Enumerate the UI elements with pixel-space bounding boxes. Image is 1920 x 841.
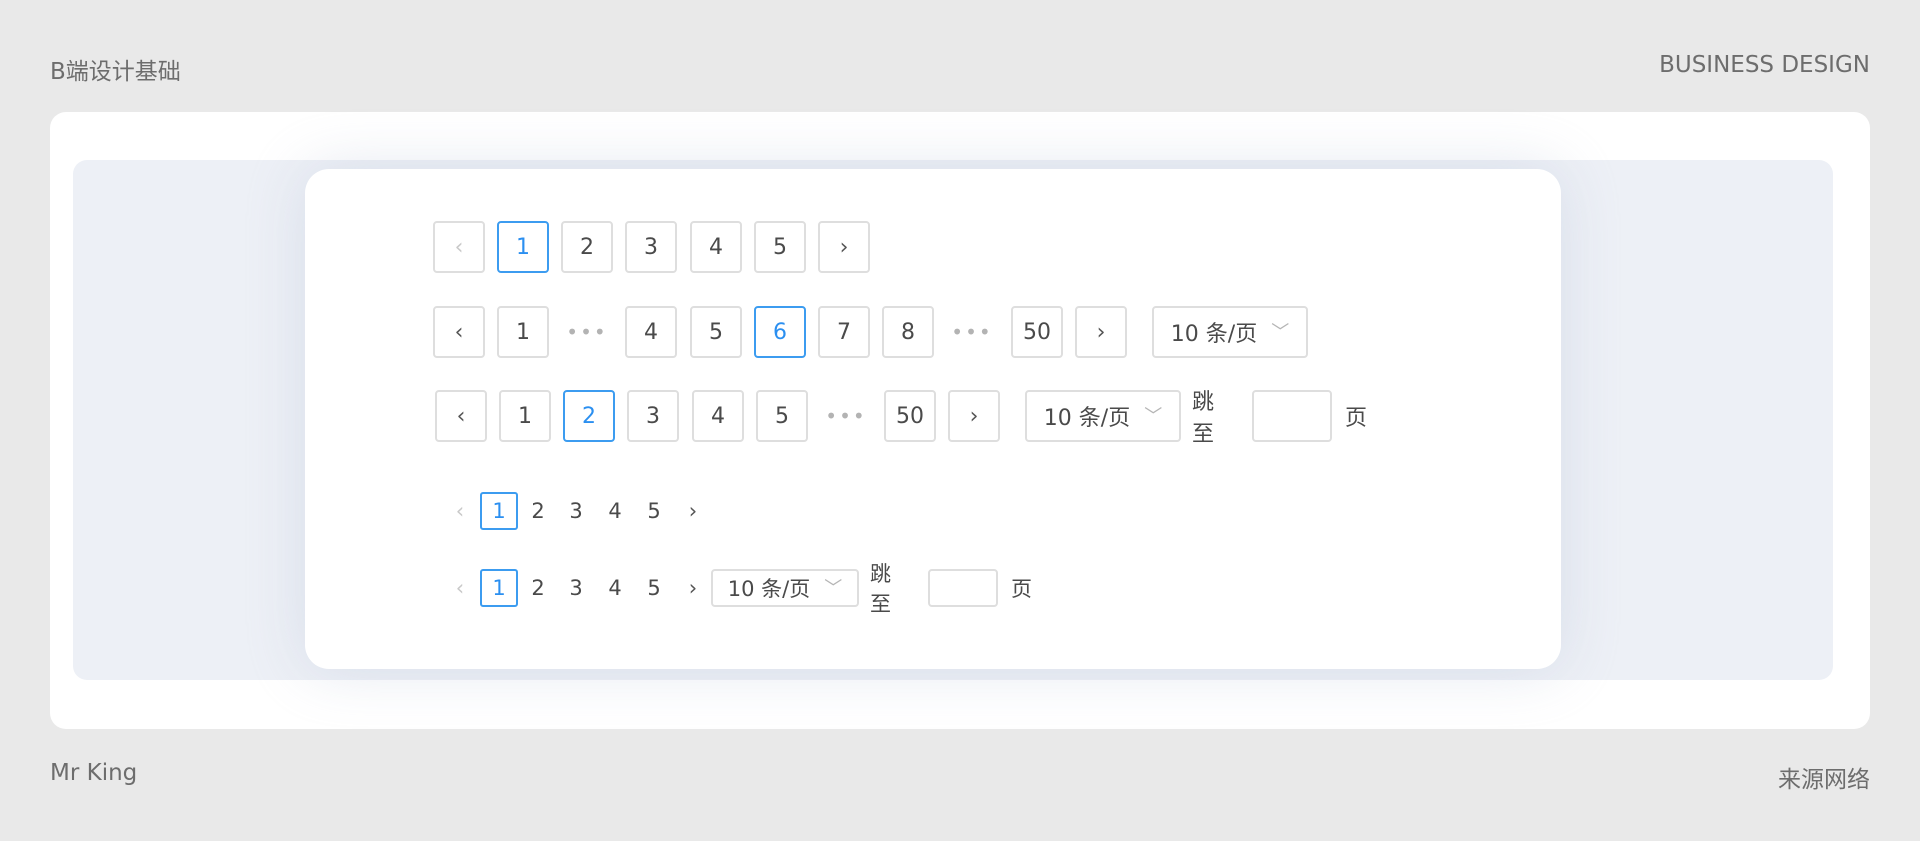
page-button[interactable]: 4 — [692, 390, 744, 442]
page-button[interactable]: 3 — [627, 390, 679, 442]
page-button[interactable]: 50 — [1011, 306, 1063, 358]
pagination-card: ‹ 1 2 3 4 5 › ‹ 1 ••• 4 5 6 7 8 ••• 50 › — [305, 169, 1561, 669]
jump-label: 跳至 — [1192, 390, 1215, 447]
chevron-right-icon: › — [1096, 319, 1106, 345]
page-button[interactable]: 5 — [756, 390, 808, 442]
chevron-left-icon: ‹ — [455, 499, 465, 523]
page-size-value: 10 条/页 — [1170, 322, 1258, 347]
chevron-left-icon: ‹ — [454, 319, 464, 345]
page-button[interactable]: 50 — [884, 390, 936, 442]
chevron-left-icon: ‹ — [456, 403, 466, 429]
prev-button[interactable]: ‹ — [441, 569, 479, 607]
page-button[interactable]: 5 — [635, 569, 673, 607]
header-title: B端设计基础 — [50, 59, 181, 85]
page-button[interactable]: 1 — [480, 492, 518, 530]
page-size-select[interactable]: 10 条/页 ﹀ — [1152, 306, 1308, 358]
page-button[interactable]: 7 — [818, 306, 870, 358]
chevron-down-icon: ﹀ — [1271, 322, 1290, 343]
page-suffix: 页 — [1011, 577, 1032, 601]
page-size-value: 10 条/页 — [1043, 406, 1131, 431]
header-subtitle: BUSINESS DESIGN — [1659, 52, 1870, 78]
page-button[interactable]: 4 — [690, 221, 742, 273]
page-button[interactable]: 3 — [557, 492, 595, 530]
chevron-down-icon: ﹀ — [1144, 406, 1163, 427]
page-button[interactable]: 3 — [625, 221, 677, 273]
next-button[interactable]: › — [948, 390, 1000, 442]
page-button[interactable]: 5 — [690, 306, 742, 358]
jump-input[interactable] — [1252, 390, 1332, 442]
page-button[interactable]: 1 — [480, 569, 518, 607]
jump-input[interactable] — [928, 569, 998, 607]
page-button[interactable]: 8 — [882, 306, 934, 358]
page-button[interactable]: 5 — [635, 492, 673, 530]
page-size-select[interactable]: 10 条/页 ﹀ — [1025, 390, 1181, 442]
ellipsis-icon[interactable]: ••• — [820, 390, 872, 442]
next-button[interactable]: › — [674, 492, 712, 530]
page-button[interactable]: 2 — [519, 492, 557, 530]
chevron-right-icon: › — [688, 576, 698, 600]
outer-panel: ‹ 1 2 3 4 5 › ‹ 1 ••• 4 5 6 7 8 ••• 50 › — [50, 112, 1870, 729]
page-button[interactable]: 4 — [596, 492, 634, 530]
page-button[interactable]: 1 — [497, 221, 549, 273]
chevron-right-icon: › — [688, 499, 698, 523]
prev-button[interactable]: ‹ — [433, 221, 485, 273]
page-button[interactable]: 1 — [497, 306, 549, 358]
background-band: ‹ 1 2 3 4 5 › ‹ 1 ••• 4 5 6 7 8 ••• 50 › — [73, 160, 1833, 680]
page-button[interactable]: 6 — [754, 306, 806, 358]
next-button[interactable]: › — [674, 569, 712, 607]
footer-source: 来源网络 — [1778, 767, 1870, 793]
prev-button[interactable]: ‹ — [433, 306, 485, 358]
page-button[interactable]: 2 — [561, 221, 613, 273]
page-button[interactable]: 1 — [499, 390, 551, 442]
page-size-select[interactable]: 10 条/页 ﹀ — [711, 569, 859, 607]
next-button[interactable]: › — [1075, 306, 1127, 358]
footer-author: Mr King — [50, 760, 138, 786]
ellipsis-icon[interactable]: ••• — [946, 306, 998, 358]
ellipsis-icon[interactable]: ••• — [561, 306, 613, 358]
prev-button[interactable]: ‹ — [435, 390, 487, 442]
page-button[interactable]: 4 — [625, 306, 677, 358]
page-button[interactable]: 2 — [519, 569, 557, 607]
chevron-left-icon: ‹ — [455, 576, 465, 600]
page-button[interactable]: 5 — [754, 221, 806, 273]
chevron-right-icon: › — [969, 403, 979, 429]
chevron-right-icon: › — [839, 234, 849, 260]
chevron-left-icon: ‹ — [454, 234, 464, 260]
chevron-down-icon: ﹀ — [824, 578, 843, 599]
next-button[interactable]: › — [818, 221, 870, 273]
page-button[interactable]: 4 — [596, 569, 634, 607]
page-button[interactable]: 3 — [557, 569, 595, 607]
page-button[interactable]: 2 — [563, 390, 615, 442]
page-size-value: 10 条/页 — [727, 577, 811, 601]
prev-button[interactable]: ‹ — [441, 492, 479, 530]
jump-label: 跳至 — [870, 562, 891, 616]
page-suffix: 页 — [1345, 406, 1368, 431]
